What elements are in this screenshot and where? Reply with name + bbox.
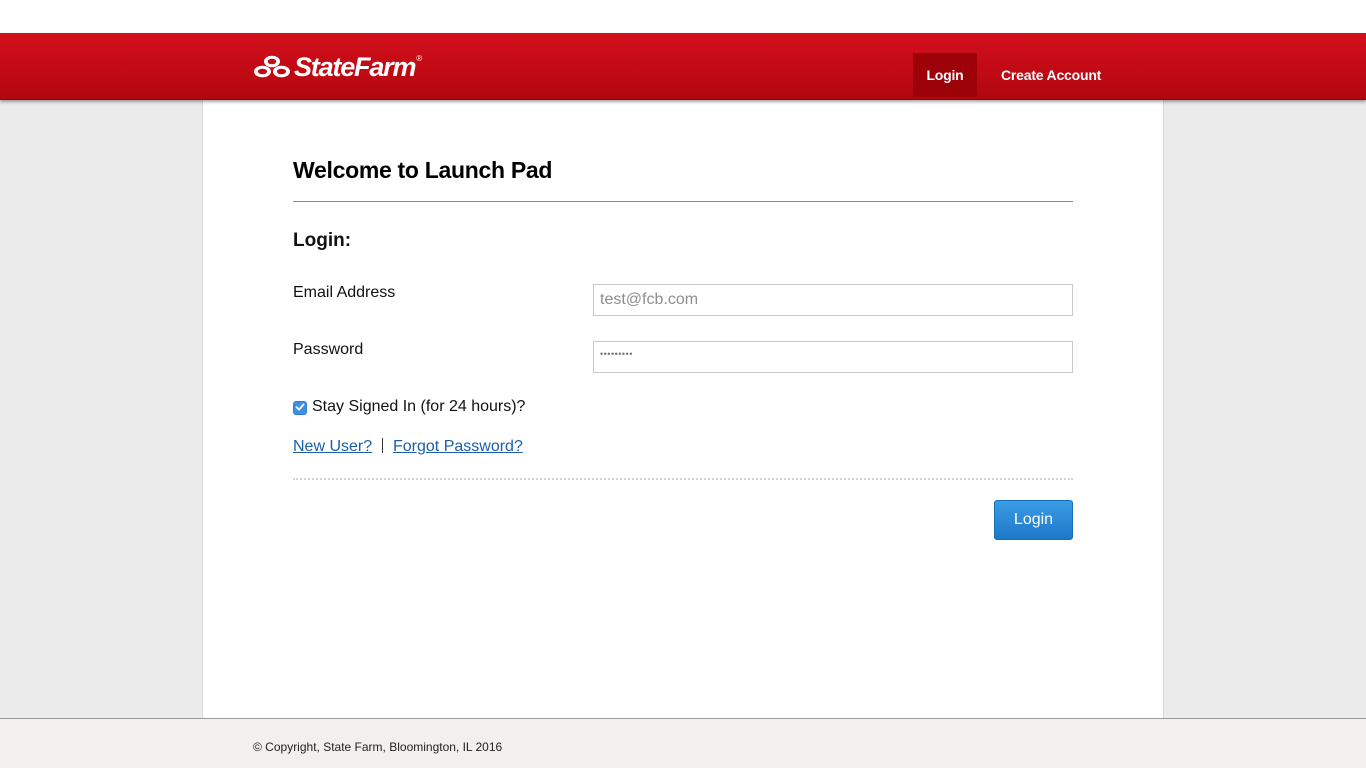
login-button[interactable]: Login <box>994 500 1073 540</box>
email-label: Email Address <box>293 284 396 301</box>
password-field[interactable] <box>593 341 1073 373</box>
login-heading: Login: <box>293 230 352 251</box>
brand-name: StateFarm <box>294 51 416 82</box>
copyright-text: © Copyright, State Farm, Bloomington, IL… <box>253 740 503 754</box>
dotted-divider <box>293 478 1073 480</box>
stay-signed-in-label[interactable]: Stay Signed In (for 24 hours)? <box>312 398 525 416</box>
password-masked-value: ••••••••• <box>600 349 633 359</box>
site-footer: © Copyright, State Farm, Bloomington, IL… <box>0 718 1366 768</box>
stay-signed-in-checkbox[interactable] <box>293 401 307 415</box>
password-label: Password <box>293 341 364 358</box>
forgot-password-link[interactable]: Forgot Password? <box>393 438 523 456</box>
registered-mark: ® <box>416 54 423 63</box>
site-header: StateFarm ® Login Create Account <box>0 33 1366 100</box>
three-ovals-icon <box>253 54 291 80</box>
link-separator <box>382 438 383 453</box>
top-strip <box>0 0 1366 33</box>
nav-create-account-link[interactable]: Create Account <box>1001 53 1101 97</box>
email-field[interactable] <box>593 284 1073 316</box>
title-divider <box>293 201 1073 202</box>
new-user-link[interactable]: New User? <box>293 438 372 456</box>
checkmark-icon <box>295 399 305 417</box>
page-title: Welcome to Launch Pad <box>293 157 553 183</box>
nav-login-tab[interactable]: Login <box>913 53 977 97</box>
brand-logo[interactable]: StateFarm ® <box>253 51 422 83</box>
